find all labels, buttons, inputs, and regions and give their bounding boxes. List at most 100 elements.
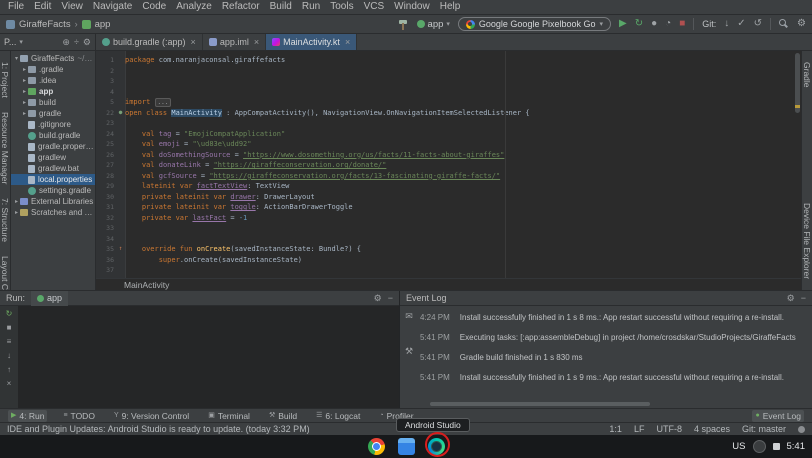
android-studio-icon[interactable] xyxy=(428,438,445,455)
menu-window[interactable]: Window xyxy=(389,0,435,14)
git-update-button[interactable]: ↓ xyxy=(724,19,729,29)
hide-panel-icon[interactable]: − xyxy=(801,293,806,304)
tree-item-gradlew-bat[interactable]: gradlew.bat xyxy=(11,163,95,174)
menu-refactor[interactable]: Refactor xyxy=(217,0,265,14)
tree-item-build[interactable]: ▸build xyxy=(11,97,95,108)
hide-panel-icon[interactable]: − xyxy=(388,293,393,304)
tree-item-gradle-properties[interactable]: gradle.properties xyxy=(11,141,95,152)
toolwindow-button-device-file-explorer[interactable]: Device File Explorer xyxy=(802,203,812,279)
profiler-button[interactable]: ◔ xyxy=(665,19,671,29)
event-log-entries[interactable]: 4:24 PMInstall successfully finished in … xyxy=(418,306,812,408)
project-panel-title[interactable]: P... xyxy=(4,37,16,47)
chevron-down-icon[interactable]: ▾ xyxy=(19,38,23,46)
toolwindow-button-layout-captures[interactable]: Layout Captures xyxy=(0,256,10,290)
menu-build[interactable]: Build xyxy=(265,0,297,14)
breadcrumb-project[interactable]: GiraffeFacts xyxy=(19,19,71,30)
menu-navigate[interactable]: Navigate xyxy=(88,0,137,14)
git-commit-button[interactable]: ✓ xyxy=(737,19,745,29)
toolwindow-button-event-log[interactable]: ●Event Log xyxy=(752,410,804,422)
settings-gear-icon[interactable]: ⚙ xyxy=(797,19,806,29)
code-editor[interactable]: 1package com.naranjaconsal.giraffefacts2… xyxy=(96,51,801,278)
menu-view[interactable]: View xyxy=(56,0,88,14)
status-utf-8[interactable]: UTF-8 xyxy=(656,424,682,434)
editor-scrollbar[interactable] xyxy=(793,51,801,278)
close-icon[interactable]: × xyxy=(345,37,350,47)
rerun-icon[interactable]: ↻ xyxy=(6,309,13,318)
toolwindow-button-9-version-control[interactable]: Y9: Version Control xyxy=(111,410,192,422)
notifications-icon[interactable] xyxy=(798,426,805,433)
run-button[interactable]: ▶ xyxy=(619,19,627,29)
run-configuration-select[interactable]: app ▾ xyxy=(417,19,450,30)
volume-icon[interactable] xyxy=(773,443,780,450)
notifications-icon[interactable]: ✉ xyxy=(405,311,413,322)
scroll-down-icon[interactable]: ↓ xyxy=(7,351,11,360)
tree-item-local-properties[interactable]: local.properties xyxy=(11,174,95,185)
status-lf[interactable]: LF xyxy=(634,424,645,434)
status-git-master[interactable]: Git: master xyxy=(742,424,786,434)
tree-item-gitignore[interactable]: .gitignore xyxy=(11,119,95,130)
tree-item-gradlew[interactable]: gradlew xyxy=(11,152,95,163)
files-icon[interactable] xyxy=(398,438,415,455)
toolwindow-button-7-structure[interactable]: 7: Structure xyxy=(0,198,10,242)
warning-stripe-mark[interactable] xyxy=(795,105,800,108)
close-icon[interactable]: × xyxy=(191,37,196,47)
run-settings-gear-icon[interactable]: ⚙ xyxy=(374,293,382,304)
search-everywhere-icon[interactable] xyxy=(779,19,789,29)
event-log-settings-gear-icon[interactable]: ⚙ xyxy=(787,293,795,304)
tree-item-external-libraries[interactable]: ▸External Libraries xyxy=(11,196,95,207)
tree-item-app[interactable]: ▸app xyxy=(11,86,95,97)
stop-button[interactable]: ■ xyxy=(679,19,685,29)
toolwindow-button-resource-manager[interactable]: Resource Manager xyxy=(0,112,10,184)
breadcrumb-module[interactable]: app xyxy=(95,19,111,30)
menu-tools[interactable]: Tools xyxy=(325,0,358,14)
tree-item-idea[interactable]: ▸.idea xyxy=(11,75,95,86)
tree-item-giraffefacts[interactable]: ▾GiraffeFacts~/StudioProjects/GiraffeFac… xyxy=(11,53,95,64)
collapse-all-icon[interactable]: ÷ xyxy=(74,37,79,48)
settings-icon[interactable]: ⚒ xyxy=(405,346,413,357)
menu-code[interactable]: Code xyxy=(137,0,171,14)
panel-settings-icon[interactable]: ⚙ xyxy=(83,37,91,48)
tab-mainactivity-kt[interactable]: MainActivity.kt× xyxy=(266,34,357,50)
toolwindow-button-4-run[interactable]: ▶4: Run xyxy=(8,410,47,422)
apply-changes-button[interactable]: ↻ xyxy=(635,19,643,29)
menu-help[interactable]: Help xyxy=(435,0,466,14)
tab-app-iml[interactable]: app.iml× xyxy=(203,34,266,50)
clear-icon[interactable]: × xyxy=(7,379,12,388)
tree-item-build-gradle[interactable]: build.gradle xyxy=(11,130,95,141)
run-tab-app[interactable]: app xyxy=(31,291,68,306)
menu-run[interactable]: Run xyxy=(297,0,325,14)
toolwindow-button-build[interactable]: ⚒Build xyxy=(266,410,300,422)
tree-item-settings-gradle[interactable]: settings.gradle xyxy=(11,185,95,196)
class-marker-icon[interactable]: ● xyxy=(116,110,125,116)
override-marker-icon[interactable]: ↑ xyxy=(116,246,125,252)
pin-icon[interactable]: ≡ xyxy=(7,337,12,346)
toolwindow-button-6-logcat[interactable]: ☰6: Logcat xyxy=(313,410,363,422)
close-icon[interactable]: × xyxy=(254,37,259,47)
scrollbar-thumb[interactable] xyxy=(795,53,800,113)
menu-vcs[interactable]: VCS xyxy=(359,0,390,14)
toolwindow-button-gradle[interactable]: Gradle xyxy=(802,62,812,88)
toolwindow-button-terminal[interactable]: ▣Terminal xyxy=(205,410,253,422)
status-1-1[interactable]: 1:1 xyxy=(609,424,622,434)
run-console-output[interactable] xyxy=(18,306,399,408)
tree-item-gradle[interactable]: ▸gradle xyxy=(11,108,95,119)
tab-build-gradle-app[interactable]: build.gradle (:app)× xyxy=(96,34,203,50)
menu-file[interactable]: File xyxy=(3,0,29,14)
editor-breadcrumb[interactable]: MainActivity xyxy=(96,278,801,290)
tree-item-scratches-and-consoles[interactable]: ▸Scratches and Consoles xyxy=(11,207,95,218)
scroll-up-icon[interactable]: ↑ xyxy=(7,365,11,374)
status-message[interactable]: IDE and Plugin Updates: Android Studio i… xyxy=(7,424,310,434)
toolwindow-button-todo[interactable]: ≡TODO xyxy=(60,410,98,422)
debug-button[interactable]: ● xyxy=(651,19,657,29)
device-selector[interactable]: Google Google Pixelbook Go ▾ xyxy=(458,17,611,31)
toolwindow-button-1-project[interactable]: 1: Project xyxy=(0,62,10,98)
locate-file-icon[interactable]: ⊕ xyxy=(62,37,70,48)
menu-edit[interactable]: Edit xyxy=(29,0,56,14)
menu-analyze[interactable]: Analyze xyxy=(171,0,217,14)
build-hammer-icon[interactable] xyxy=(398,19,409,30)
keyboard-layout-indicator[interactable]: US xyxy=(732,441,745,452)
horizontal-scrollbar[interactable] xyxy=(430,402,650,406)
status-4-spaces[interactable]: 4 spaces xyxy=(694,424,730,434)
stop-icon[interactable]: ■ xyxy=(7,323,12,332)
git-revert-button[interactable]: ↺ xyxy=(754,19,762,29)
